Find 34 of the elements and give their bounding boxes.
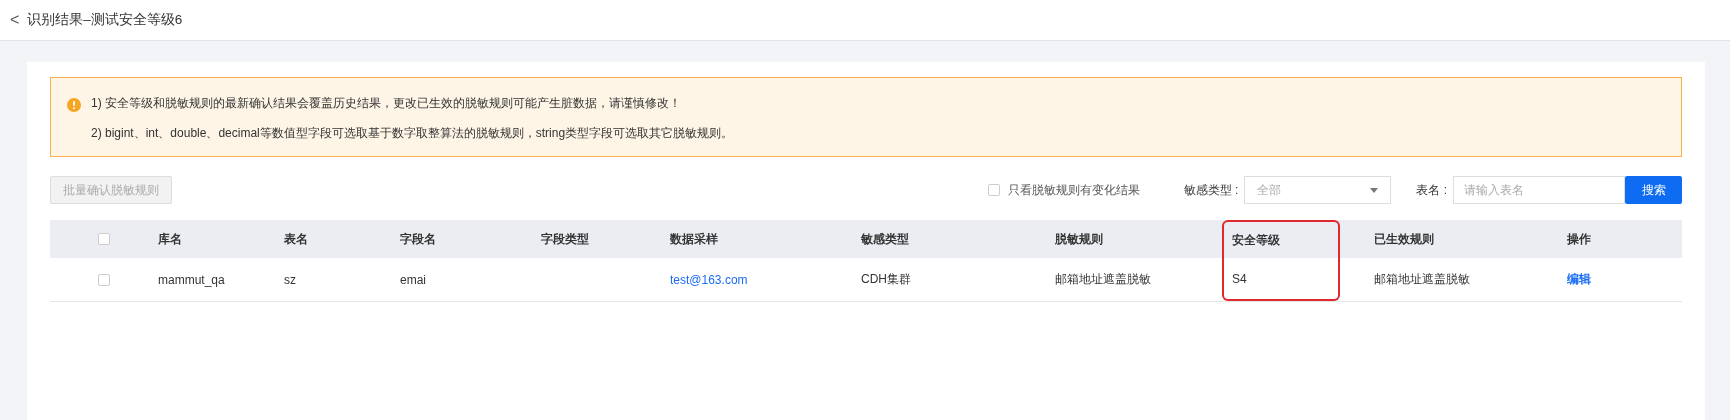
search-button[interactable]: 搜索 <box>1625 176 1682 204</box>
column-header: 数据采样 <box>670 230 718 248</box>
row-checkbox[interactable] <box>98 273 110 286</box>
column-header: 已生效规则 <box>1374 230 1434 248</box>
checkbox-label: 只看脱敏规则有变化结果 <box>1007 181 1140 199</box>
table-cell: 邮箱地址遮盖脱敏 <box>1055 271 1151 288</box>
warning-icon <box>67 98 81 112</box>
table-cell: 邮箱地址遮盖脱敏 <box>1374 271 1470 288</box>
column-header: 脱敏规则 <box>1055 230 1103 248</box>
filter-label: 敏感类型 : <box>1183 181 1239 199</box>
edit-link[interactable]: 编辑 <box>1567 271 1591 288</box>
select-all-checkbox[interactable] <box>98 233 110 245</box>
column-header: 安全等级 <box>1232 231 1280 249</box>
back-icon[interactable]: < <box>10 11 20 29</box>
column-header: 字段类型 <box>541 230 589 248</box>
column-header: 字段名 <box>400 230 436 248</box>
table-cell: CDH集群 <box>861 271 911 288</box>
notice-text: 2) bigint、int、double、decimal等数值型字段可选取基于数字取整算法的脱敏规则，string类型字段可选取其它脱敏规则。 <box>91 125 734 142</box>
page-title: 识别结果–测试安全等级6 <box>27 11 183 29</box>
table-cell: emai <box>400 272 426 287</box>
sample-link[interactable]: test@163.com <box>670 272 748 287</box>
checkbox[interactable] <box>987 184 1000 196</box>
table-cell: sz <box>284 272 296 287</box>
column-header: 敏感类型 <box>861 230 909 248</box>
table-name-field[interactable]: 请输入表名 <box>1453 176 1625 204</box>
type-select[interactable]: 全部 <box>1244 176 1392 204</box>
table-cell: S4 <box>1232 271 1247 286</box>
dropdown-icon <box>1370 187 1379 193</box>
column-header: 表名 <box>284 230 308 248</box>
notice-text: 1) 安全等级和脱敏规则的最新确认结果会覆盖历史结果，更改已生效的脱敏规则可能产生脏数据，请谨慎修改！ <box>91 95 682 112</box>
table-cell: mammut_qa <box>158 272 225 287</box>
column-header: 操作 <box>1567 230 1591 248</box>
column-header: 库名 <box>158 230 182 248</box>
filter-label: 表名 : <box>1416 181 1447 199</box>
